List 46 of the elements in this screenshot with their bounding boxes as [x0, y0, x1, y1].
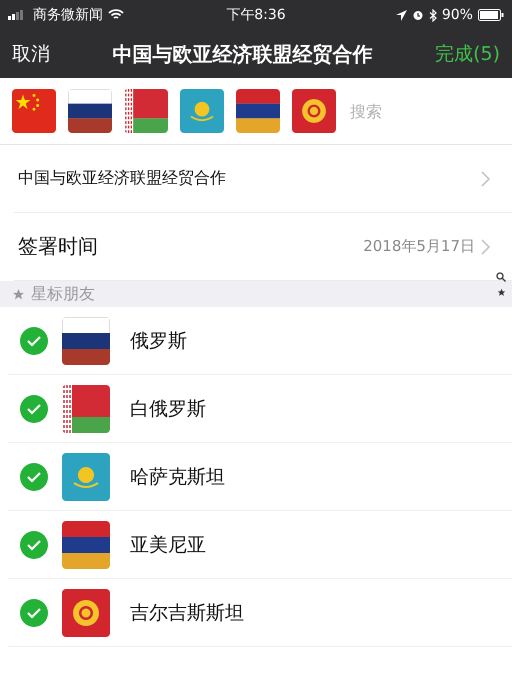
contact-name: 俄罗斯 [130, 328, 187, 354]
wifi-icon [108, 9, 124, 21]
cancel-button[interactable]: 取消 [12, 41, 50, 67]
row-value: 2018年5月17日 [363, 237, 475, 256]
check-circle-icon[interactable] [20, 394, 48, 422]
contact-row[interactable]: 白俄罗斯 [8, 375, 512, 443]
flag-icon [124, 89, 168, 133]
row-label: 签署时间 [17, 233, 98, 260]
page-title: 中国与欧亚经济联盟经贸合作 [112, 40, 373, 68]
flag-icon [62, 520, 110, 568]
flag-icon [236, 89, 280, 133]
flag-icon [62, 316, 110, 364]
check-circle-icon[interactable] [20, 598, 48, 626]
location-arrow-icon [396, 10, 407, 20]
flag-icon [68, 89, 112, 133]
check-circle-icon[interactable] [20, 326, 48, 354]
clock-time: 下午8:36 [226, 6, 286, 24]
flag-icon [180, 89, 224, 133]
contact-name: 哈萨克斯坦 [130, 464, 225, 490]
check-circle-icon[interactable] [20, 530, 48, 558]
flag-icon [292, 89, 336, 133]
contact-row[interactable]: 哈萨克斯坦 [8, 443, 512, 511]
battery-percent: 90% [442, 7, 473, 23]
bluetooth-icon [428, 8, 437, 22]
group-name: 中国与欧亚经济联盟经贸合作 [17, 168, 226, 189]
contact-row[interactable]: 吉尔吉斯斯坦 [8, 579, 512, 647]
battery-icon [478, 9, 504, 21]
flag-icon [12, 89, 56, 133]
section-header: 星标朋友 [31, 284, 95, 304]
done-button[interactable]: 完成(5) [435, 41, 500, 67]
chevron-right-icon [481, 238, 490, 254]
contact-name: 亚美尼亚 [130, 532, 206, 558]
star-icon[interactable] [496, 288, 506, 297]
flag-icon [62, 384, 110, 432]
search-icon[interactable] [496, 272, 506, 282]
star-icon [12, 288, 25, 300]
carrier-name: 商务微新闻 [33, 6, 103, 24]
contact-row[interactable]: 亚美尼亚 [8, 511, 512, 579]
contact-row[interactable]: 俄罗斯 [8, 307, 512, 375]
flag-icon [62, 452, 110, 500]
alarm-clock-icon [412, 9, 424, 21]
contact-name: 白俄罗斯 [130, 396, 206, 422]
contact-name: 吉尔吉斯斯坦 [130, 600, 244, 626]
chevron-right-icon [481, 170, 490, 186]
flag-icon [62, 588, 110, 636]
check-circle-icon[interactable] [20, 462, 48, 490]
